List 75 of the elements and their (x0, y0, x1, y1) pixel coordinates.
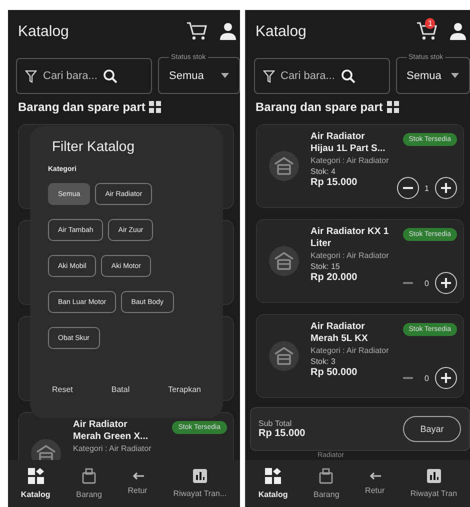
search-icon[interactable] (340, 68, 356, 84)
subtotal-label: Sub Total (258, 419, 293, 428)
product-price: Rp 50.000 (310, 367, 358, 378)
product-category: Kategori : Air Radiator (310, 346, 390, 356)
cart-icon (186, 21, 208, 41)
back-arrow-icon (132, 472, 144, 480)
product-stock: Stok: 15 (310, 262, 341, 271)
search-icon[interactable] (103, 68, 118, 84)
dialog-action-button[interactable]: Reset (48, 383, 77, 396)
grid-icon (265, 468, 282, 484)
nav-item[interactable]: Retur (128, 472, 148, 495)
user-icon[interactable] (220, 22, 236, 40)
quantity-value: 1 (424, 184, 429, 192)
bar-chart-icon (426, 469, 441, 483)
nav-item[interactable]: Retur (365, 472, 385, 495)
search-field[interactable]: Cari bara... (43, 70, 97, 82)
store-icon (268, 151, 298, 181)
grid-icon[interactable] (149, 101, 162, 113)
app-title: Katalog (18, 22, 69, 40)
caret-icon (451, 73, 459, 78)
minus-icon (402, 282, 413, 284)
cart-icon (416, 21, 438, 41)
nav-item[interactable]: Riwayat Tran (410, 469, 458, 498)
product-price: Rp 15.000 (310, 177, 358, 188)
back-arrow-icon (368, 472, 381, 480)
box-icon (81, 468, 98, 484)
plus-icon (441, 373, 451, 383)
store-icon (31, 439, 61, 460)
minus-icon (402, 187, 413, 189)
plus-button[interactable] (435, 272, 457, 294)
user-icon[interactable] (450, 22, 466, 40)
product-name: Air Radiator Merah 5L KX (310, 321, 369, 345)
nav-item[interactable]: Riwayat Tran... (173, 469, 227, 498)
product-price: Rp 20.000 (310, 272, 358, 283)
filter-icon[interactable] (262, 70, 274, 82)
section-title: Barang dan spare part (256, 100, 383, 114)
nav-item[interactable]: Katalog (20, 468, 50, 499)
cart-button[interactable]: 1 (416, 21, 438, 41)
caret-icon (220, 73, 228, 78)
filter-icon[interactable] (25, 70, 37, 82)
search-field[interactable]: Cari bara... (280, 70, 334, 82)
product-stock: Stok: 4 (310, 167, 336, 176)
app-title: Katalog (256, 22, 306, 40)
minus-icon (402, 377, 413, 379)
cart-button[interactable] (186, 21, 208, 41)
product-category: Kategori : Air Radiator (310, 251, 390, 261)
plus-button[interactable] (435, 177, 457, 199)
store-icon (268, 246, 298, 276)
grid-icon (28, 468, 44, 484)
minus-button[interactable] (396, 177, 419, 199)
store-icon (268, 341, 298, 371)
dialog-action-button[interactable]: Terapkan (164, 383, 205, 396)
plus-icon (441, 183, 451, 193)
plus-icon (441, 278, 451, 288)
product-stock: Stok: 3 (310, 357, 336, 366)
plus-button[interactable] (435, 367, 457, 389)
cart-count-badge: 1 (425, 18, 436, 29)
quantity-value: 0 (424, 278, 429, 288)
nav-item[interactable]: Barang (76, 468, 102, 499)
box-icon (318, 468, 334, 484)
nav-item[interactable]: Barang (313, 468, 340, 499)
dialog-action-button[interactable]: Batal (107, 383, 134, 396)
product-category: Kategori : Air Radiator (310, 156, 390, 166)
product-name: Air Radiator Merah Green X... (73, 419, 149, 443)
product-name: Air Radiator Hijau 1L Part S... (310, 131, 386, 155)
subtotal-value: Rp 15.000 (258, 428, 306, 439)
product-category: Kategori : Air Radiator (73, 444, 152, 454)
bar-chart-icon (192, 469, 207, 483)
section-title: Barang dan spare part (18, 100, 146, 114)
grid-icon[interactable] (386, 101, 399, 113)
quantity-value: 0 (424, 374, 429, 382)
dialog-title: Filter Katalog (52, 138, 136, 154)
pay-button[interactable]: Bayar (403, 416, 461, 442)
nav-item[interactable]: Katalog (258, 468, 288, 499)
product-name: Air Radiator KX 1 Liter (310, 226, 390, 250)
